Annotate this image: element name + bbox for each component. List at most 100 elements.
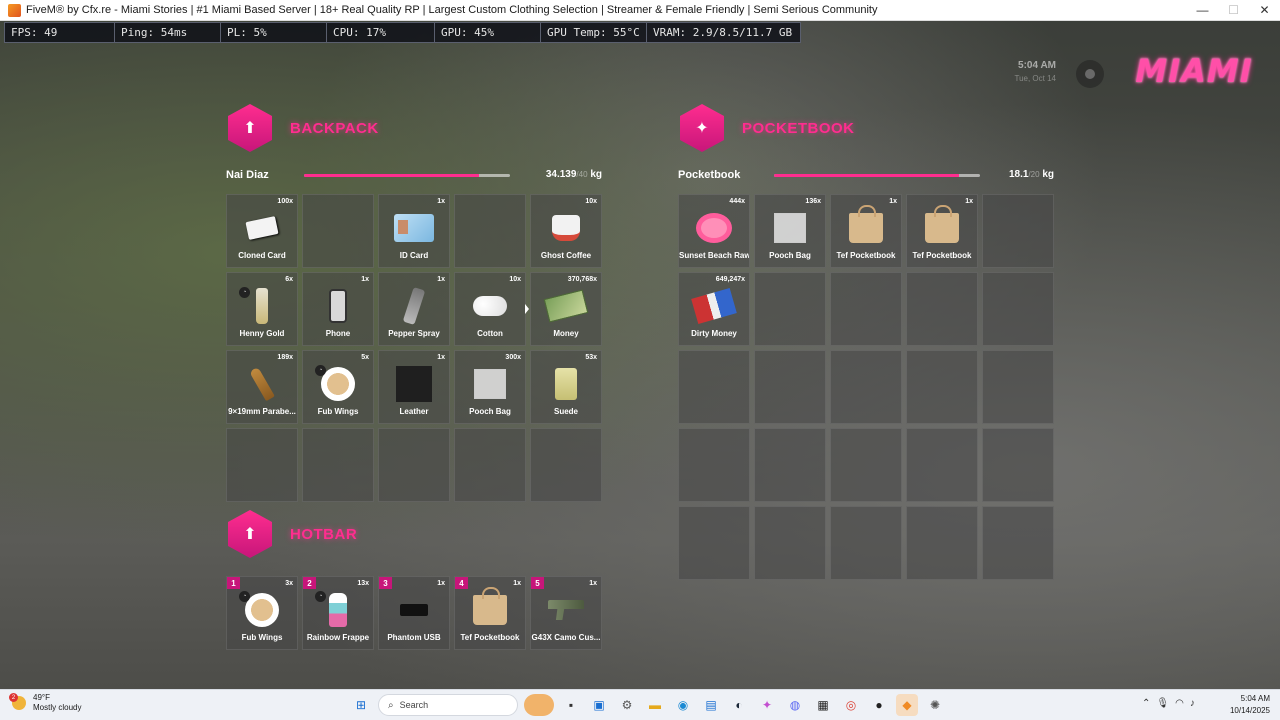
inventory-slot[interactable]: 100x Cloned Card <box>226 194 298 268</box>
item-name: Fub Wings <box>241 633 283 642</box>
close-button[interactable]: ✕ <box>1249 0 1280 20</box>
empty-inventory-slot[interactable] <box>982 272 1054 346</box>
inventory-slot[interactable]: 1x Tef Pocketbook <box>906 194 978 268</box>
copilot-icon[interactable]: ✦ <box>756 694 778 716</box>
inventory-slot[interactable]: 189x 9×19mm Parabe... <box>226 350 298 424</box>
notepad-icon[interactable]: ▦ <box>812 694 834 716</box>
maximize-button[interactable]: ☐ <box>1218 0 1249 20</box>
file-explorer-icon[interactable]: ▬ <box>644 694 666 716</box>
inventory-slot[interactable]: 3 1x Phantom USB <box>378 576 450 650</box>
inventory-slot[interactable]: 6x ◔ Henny Gold <box>226 272 298 346</box>
empty-inventory-slot[interactable] <box>906 272 978 346</box>
item-name: 9×19mm Parabe... <box>228 407 296 416</box>
item-name: Pooch Bag <box>469 407 511 416</box>
empty-inventory-slot[interactable] <box>982 428 1054 502</box>
outlook-icon[interactable]: ▤ <box>700 694 722 716</box>
chrome-icon[interactable]: ◎ <box>840 694 862 716</box>
empty-inventory-slot[interactable] <box>982 506 1054 580</box>
inventory-slot[interactable]: 1x Pepper Spray <box>378 272 450 346</box>
tote-bag-icon <box>922 205 962 247</box>
empty-inventory-slot[interactable] <box>454 428 526 502</box>
volume-icon[interactable]: ♪ <box>1190 698 1195 709</box>
empty-inventory-slot[interactable] <box>302 428 374 502</box>
steam-icon[interactable]: ◐ <box>728 694 750 716</box>
item-name: Tef Pocketbook <box>460 633 520 642</box>
gear-icon[interactable]: ✺ <box>924 694 946 716</box>
item-name: Phantom USB <box>387 633 441 642</box>
empty-inventory-slot[interactable] <box>378 428 450 502</box>
empty-inventory-slot[interactable] <box>906 350 978 424</box>
inventory-slot[interactable]: 649,247x Dirty Money <box>678 272 750 346</box>
empty-inventory-slot[interactable] <box>678 350 750 424</box>
taskbar-date: 10/14/2025 <box>1229 706 1270 715</box>
empty-inventory-slot[interactable] <box>982 350 1054 424</box>
card-icon-shape <box>245 216 279 240</box>
window-title: FiveM® by Cfx.re - Miami Stories | #1 Mi… <box>26 4 878 16</box>
inventory-slot[interactable]: 1 3x ◔ Fub Wings <box>226 576 298 650</box>
store-icon[interactable]: ▣ <box>588 694 610 716</box>
frappe-cup-icon-shape <box>329 593 347 627</box>
empty-inventory-slot[interactable] <box>830 428 902 502</box>
inventory-slot[interactable]: 2 13x ◔ Rainbow Frappe <box>302 576 374 650</box>
item-quantity: 370,768x <box>567 276 597 283</box>
inventory-slot[interactable]: 1x Phone <box>302 272 374 346</box>
empty-inventory-slot[interactable] <box>830 272 902 346</box>
inventory-slot[interactable]: 1x ID Card <box>378 194 450 268</box>
minimize-button[interactable]: — <box>1187 0 1218 20</box>
plastic-bag-icon <box>770 209 810 247</box>
obs-icon[interactable]: ● <box>868 694 890 716</box>
microphone-icon[interactable]: 🎙 <box>1156 698 1169 709</box>
item-name: Tef Pocketbook <box>912 251 972 260</box>
inventory-slot[interactable]: 53x Suede <box>530 350 602 424</box>
empty-inventory-slot[interactable] <box>906 506 978 580</box>
inventory-slot[interactable]: 370,768x Money <box>530 272 602 346</box>
hud-date: Tue, Oct 14 <box>1014 74 1057 83</box>
taskbar-search[interactable]: ⌕ Search <box>378 694 518 716</box>
weather-desc: Mostly cloudy <box>33 703 82 712</box>
discord-icon[interactable]: ◍ <box>784 694 806 716</box>
windows-start-icon[interactable]: ⊞ <box>350 694 372 716</box>
inventory-slot[interactable]: 1x Leather <box>378 350 450 424</box>
empty-inventory-slot[interactable] <box>754 428 826 502</box>
inventory-slot[interactable]: 1x Tef Pocketbook <box>830 194 902 268</box>
inventory-slot[interactable]: 136x Pooch Bag <box>754 194 826 268</box>
inventory-slot[interactable]: 10x Cotton <box>454 272 526 346</box>
empty-inventory-slot[interactable] <box>678 506 750 580</box>
widgets-icon[interactable] <box>524 694 554 716</box>
inventory-slot[interactable]: 10x Ghost Coffee <box>530 194 602 268</box>
settings-icon[interactable]: ⚙ <box>616 694 638 716</box>
empty-inventory-slot[interactable] <box>754 506 826 580</box>
pistol-icon-shape <box>548 600 584 620</box>
edge-icon[interactable]: ◉ <box>672 694 694 716</box>
taskbar-clock[interactable]: 5:04 AM 10/14/2025 <box>1230 693 1270 717</box>
pocketbook-weight-fill <box>774 174 960 177</box>
weather-widget[interactable]: 2 49°F Mostly cloudy <box>9 693 82 713</box>
wifi-icon[interactable]: ◠ <box>1175 698 1184 709</box>
empty-inventory-slot[interactable] <box>830 506 902 580</box>
running-person-icon: ✦ <box>680 104 724 152</box>
hotbar-grid: 1 3x ◔ Fub Wings 2 13x ◔ Rainbow Frappe 3 1x Phant… <box>226 576 602 650</box>
inventory-slot[interactable]: 4 1x Tef Pocketbook <box>454 576 526 650</box>
empty-inventory-slot[interactable] <box>530 428 602 502</box>
fivem-icon[interactable]: ◆ <box>896 694 918 716</box>
item-name: Ghost Coffee <box>540 251 592 260</box>
inventory-slot[interactable]: 300x Pooch Bag <box>454 350 526 424</box>
pocketbook-weight-unit: kg <box>1042 169 1054 180</box>
empty-inventory-slot[interactable] <box>754 272 826 346</box>
empty-inventory-slot[interactable] <box>678 428 750 502</box>
chevron-up-icon[interactable]: ⌃ <box>1142 698 1150 709</box>
empty-inventory-slot[interactable] <box>754 350 826 424</box>
empty-inventory-slot[interactable] <box>906 428 978 502</box>
inventory-slot[interactable]: 5x ◔ Fub Wings <box>302 350 374 424</box>
empty-inventory-slot[interactable] <box>454 194 526 268</box>
inventory-slot[interactable]: 444x Sunset Beach Raw <box>678 194 750 268</box>
empty-inventory-slot[interactable] <box>982 194 1054 268</box>
task-view-icon[interactable]: ▪ <box>560 694 582 716</box>
weather-temp: 49°F <box>33 693 50 702</box>
inventory-slot[interactable]: 5 1x G43X Camo Cus... <box>530 576 602 650</box>
empty-inventory-slot[interactable] <box>830 350 902 424</box>
gpu-stat: GPU: 45% <box>435 23 541 42</box>
empty-inventory-slot[interactable] <box>226 428 298 502</box>
cotton-icon <box>470 287 510 325</box>
empty-inventory-slot[interactable] <box>302 194 374 268</box>
